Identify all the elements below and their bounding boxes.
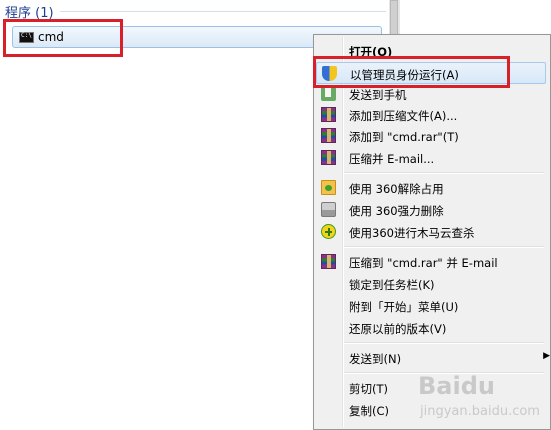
menu-item-restore-previous-versions[interactable]: 还原以前的版本(V) <box>316 317 546 339</box>
360-shred-icon <box>321 202 336 217</box>
360-unlock-icon <box>321 180 336 195</box>
annotation-box-cmd <box>3 19 123 57</box>
watermark-text: Baidu <box>418 372 495 400</box>
menu-item-360-unlock[interactable]: 使用 360解除占用 <box>316 177 546 199</box>
context-menu: 打开(O) 以管理员身份运行(A) 发送到手机 添加到压缩文件(A)... 添加… <box>313 34 551 430</box>
menu-separator <box>344 172 544 174</box>
menu-item-label: 发送到(N) <box>349 352 402 366</box>
menu-item-pin-to-taskbar[interactable]: 锁定到任务栏(K) <box>316 273 546 295</box>
menu-item-pin-to-start[interactable]: 附到「开始」菜单(U) <box>316 295 546 317</box>
menu-item-label: 使用360进行木马云查杀 <box>349 226 475 240</box>
menu-item-label: 添加到压缩文件(A)... <box>349 109 458 123</box>
menu-item-compress-and-email[interactable]: 压缩并 E-mail... <box>316 147 546 169</box>
menu-item-compress-to-cmd-rar-email[interactable]: 压缩到 "cmd.rar" 并 E-mail <box>316 251 546 273</box>
winrar-icon <box>321 150 336 165</box>
menu-item-add-to-cmd-rar[interactable]: 添加到 "cmd.rar"(T) <box>316 125 546 147</box>
360-scan-icon <box>321 224 336 239</box>
menu-item-label: 压缩到 "cmd.rar" 并 E-mail <box>349 256 498 270</box>
menu-item-label: 发送到手机 <box>349 88 407 102</box>
menu-item-label: 剪切(T) <box>349 382 388 396</box>
menu-item-label: 还原以前的版本(V) <box>349 322 447 336</box>
menu-item-label: 压缩并 E-mail... <box>349 152 435 166</box>
phone-icon <box>321 86 336 101</box>
section-divider <box>60 11 386 12</box>
menu-item-label: 使用 360解除占用 <box>349 182 444 196</box>
winrar-icon <box>321 254 336 269</box>
menu-item-label: 使用 360强力删除 <box>349 204 444 218</box>
winrar-icon <box>321 128 336 143</box>
winrar-icon <box>321 107 336 122</box>
menu-item-label: 附到「开始」菜单(U) <box>349 300 459 314</box>
submenu-arrow-icon: ▶ <box>543 351 550 361</box>
menu-item-send-to[interactable]: 发送到(N) ▶ <box>316 347 550 369</box>
menu-item-label: 复制(C) <box>349 404 390 418</box>
menu-separator <box>344 342 544 344</box>
annotation-box-run-as-admin <box>313 56 510 88</box>
menu-item-360-trojan-scan[interactable]: 使用360进行木马云查杀 <box>316 221 546 243</box>
baidu-watermark: Baidu jingyan.baidu.com <box>418 372 548 428</box>
menu-item-add-to-archive[interactable]: 添加到压缩文件(A)... <box>316 104 546 126</box>
menu-item-label: 添加到 "cmd.rar"(T) <box>349 130 459 144</box>
watermark-subtext: jingyan.baidu.com <box>420 404 540 419</box>
menu-separator <box>344 246 544 248</box>
menu-item-label: 锁定到任务栏(K) <box>349 278 435 292</box>
menu-item-360-force-delete[interactable]: 使用 360强力删除 <box>316 199 546 221</box>
